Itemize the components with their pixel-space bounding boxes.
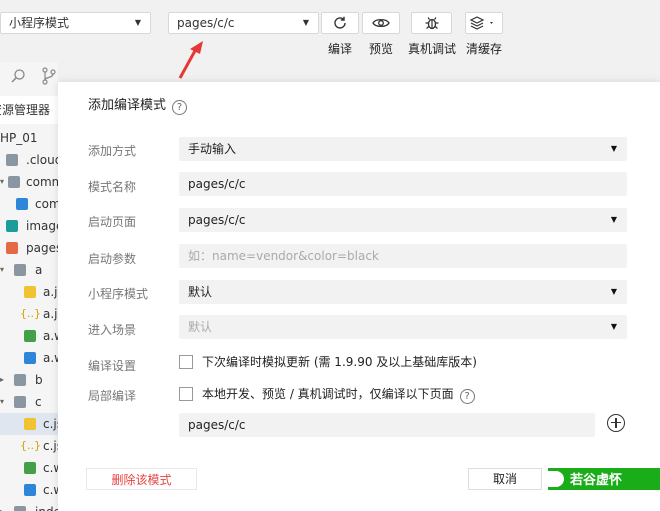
mode-select[interactable]: 小程序模式 ▼ — [0, 12, 151, 34]
tree-item[interactable]: {..} a.js — [0, 303, 58, 325]
toolbar: 小程序模式 ▼ pages/c/c ▼ 编译 预览 真机调试 清缓存 — [0, 0, 660, 62]
caret-down-icon: ▼ — [134, 18, 141, 27]
tree-item[interactable]: ▾ comm — [0, 171, 58, 193]
folder-icon — [8, 176, 20, 188]
eye-icon — [372, 18, 390, 28]
folder-icon — [14, 374, 26, 386]
mini-mode-label: 小程序模式 — [88, 287, 149, 301]
compile-mode-select[interactable]: pages/c/c ▼ — [168, 12, 319, 34]
remote-debug-label: 真机调试 — [407, 42, 457, 56]
tree-item[interactable]: pages — [0, 237, 58, 259]
git-branch-icon[interactable] — [42, 67, 56, 85]
tree-item[interactable]: com — [0, 193, 58, 215]
chevron-down-icon: ▾ — [0, 265, 5, 274]
clear-cache-button[interactable] — [465, 12, 503, 34]
caret-down-icon: ▼ — [610, 322, 617, 331]
chevron-right-icon: ▸ — [0, 375, 5, 384]
start-page-label: 启动页面 — [88, 215, 137, 229]
wxml-file-icon — [24, 330, 36, 342]
dialog-title: 添加编译模式? — [88, 94, 188, 115]
delete-mode-button[interactable]: 删除该模式 — [86, 468, 197, 490]
compile-mode-value: pages/c/c — [177, 16, 235, 30]
tree-item[interactable]: ▾ a — [0, 259, 58, 281]
annotation-arrow-icon — [178, 41, 203, 79]
js-file-icon — [24, 418, 36, 430]
folder-icon — [14, 506, 26, 511]
wxss-file-icon — [24, 484, 36, 496]
scene-select[interactable]: 默认 ▼ — [179, 315, 627, 339]
refresh-icon — [334, 16, 346, 29]
json-file-icon: {..} — [20, 307, 41, 320]
start-page-select[interactable]: pages/c/c ▼ — [179, 208, 627, 232]
tree-item[interactable]: c.w — [0, 457, 58, 479]
mode-name-label: 模式名称 — [88, 180, 137, 194]
caret-down-icon: ▼ — [610, 215, 617, 224]
tree-item[interactable]: image — [0, 215, 58, 237]
folder-icon — [6, 154, 18, 166]
add-method-label: 添加方式 — [88, 144, 137, 158]
tree-item[interactable]: ▸ b — [0, 369, 58, 391]
compile-label: 编译 — [327, 42, 353, 56]
search-icon[interactable] — [10, 68, 26, 84]
caret-down-icon: ▼ — [610, 287, 617, 296]
folder-icon — [14, 264, 26, 276]
simulate-update-checkbox[interactable] — [179, 355, 193, 369]
help-icon[interactable]: ? — [459, 389, 475, 404]
tree-item[interactable]: .cloud — [0, 149, 58, 171]
explorer-tab[interactable]: 资源管理器 — [0, 96, 58, 124]
scene-label: 进入场景 — [88, 323, 137, 337]
partial-compile-page-input[interactable]: pages/c/c — [179, 413, 595, 437]
partial-compile-checkbox[interactable] — [179, 387, 193, 401]
tree-item[interactable]: c.w — [0, 479, 58, 501]
cancel-button[interactable]: 取消 — [468, 468, 542, 490]
explorer-tab-label: 资源管理器 — [0, 103, 51, 117]
mini-mode-select[interactable]: 默认 ▼ — [179, 280, 627, 304]
preview-label: 预览 — [368, 42, 394, 56]
mode-name-input[interactable]: pages/c/c — [179, 172, 627, 196]
sidebar-icon-bar — [0, 62, 58, 92]
layers-icon — [469, 16, 493, 30]
mode-select-value: 小程序模式 — [9, 16, 70, 30]
js-file-icon — [24, 286, 36, 298]
project-root[interactable]: HP_01 — [0, 127, 38, 149]
start-params-label: 启动参数 — [88, 252, 137, 266]
help-icon[interactable]: ? — [172, 100, 188, 115]
tree-item-selected[interactable]: c.js — [0, 413, 58, 435]
add-compile-mode-dialog: 添加编译模式? 添加方式 手动输入 ▼ 模式名称 pages/c/c 启动页面 … — [58, 82, 660, 511]
css-file-icon — [16, 198, 28, 210]
folder-icon — [14, 396, 26, 408]
tree-item[interactable]: a.w — [0, 325, 58, 347]
simulate-update-text: 下次编译时模拟更新 (需 1.9.90 及以上基础库版本) — [202, 355, 477, 369]
wxml-file-icon — [24, 462, 36, 474]
start-params-input[interactable]: 如：name=vendor&color=black — [179, 244, 627, 268]
wxss-file-icon — [24, 352, 36, 364]
pages-folder-icon — [6, 242, 18, 254]
remote-debug-button[interactable] — [411, 12, 452, 34]
compile-settings-label: 编译设置 — [88, 359, 137, 373]
chevron-right-icon: ▸ — [0, 501, 4, 511]
json-file-icon: {..} — [20, 439, 41, 452]
add-page-icon[interactable] — [607, 414, 625, 432]
caret-down-icon: ▼ — [610, 144, 617, 153]
preview-button[interactable] — [362, 12, 400, 34]
add-method-select[interactable]: 手动输入 ▼ — [179, 137, 627, 161]
bug-icon — [425, 17, 438, 30]
explorer-sidebar: 资源管理器 HP_01 .cloud ▾ comm com image page… — [0, 62, 58, 511]
tree-item[interactable]: ▸ index — [0, 501, 58, 511]
caret-down-icon: ▼ — [302, 18, 309, 27]
partial-compile-text: 本地开发、预览 / 真机调试时，仅编译以下页面? — [202, 385, 475, 404]
chevron-down-icon: ▾ — [0, 177, 5, 186]
tree-item[interactable]: a.js — [0, 281, 58, 303]
partial-compile-label: 局部编译 — [88, 389, 137, 403]
tree-item[interactable]: a.w — [0, 347, 58, 369]
wechat-logo-icon — [542, 471, 564, 487]
tree-item[interactable]: ▾ c — [0, 391, 58, 413]
compile-button[interactable] — [321, 12, 359, 34]
chevron-down-icon: ▾ — [0, 397, 5, 406]
watermark: 若谷虚怀 — [542, 470, 622, 492]
image-folder-icon — [6, 220, 18, 232]
clear-cache-label: 清缓存 — [465, 42, 503, 56]
tree-item[interactable]: {..} c.js — [0, 435, 58, 457]
